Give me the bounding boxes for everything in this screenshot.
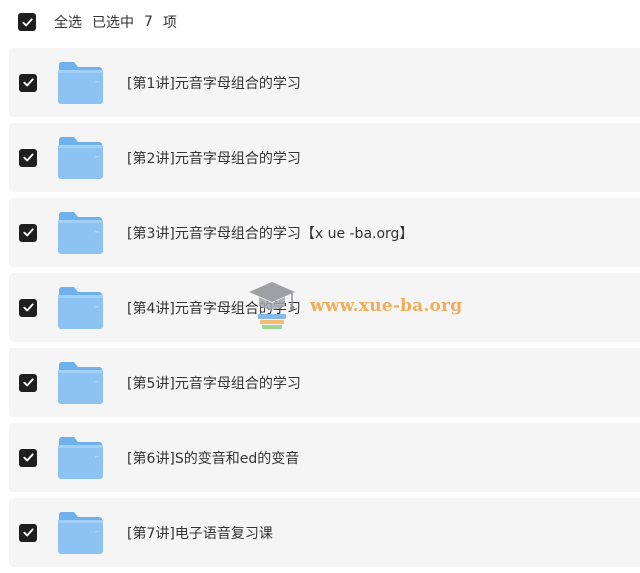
- checkmark-icon: [22, 78, 34, 87]
- checkmark-icon: [22, 153, 34, 162]
- file-name[interactable]: [第5讲]元音字母组合的学习: [127, 373, 301, 393]
- row-checkbox[interactable]: [19, 73, 37, 92]
- file-row[interactable]: [第6讲]S的变音和ed的变音: [9, 423, 640, 492]
- file-name[interactable]: [第6讲]S的变音和ed的变音: [127, 448, 299, 468]
- selection-summary: 全选 已选中 7 项: [54, 12, 187, 32]
- select-all-checkbox[interactable]: [18, 13, 36, 31]
- folder-icon[interactable]: [57, 211, 103, 255]
- file-row[interactable]: [第1讲]元音字母组合的学习: [9, 48, 640, 117]
- folder-icon[interactable]: [57, 286, 103, 330]
- row-checkbox[interactable]: [19, 223, 37, 242]
- selected-suffix: 项: [162, 15, 177, 31]
- checkmark-icon: [22, 528, 34, 537]
- folder-icon[interactable]: [57, 511, 103, 555]
- file-name[interactable]: [第7讲]电子语音复习课: [127, 523, 273, 543]
- selected-count: 7: [144, 14, 153, 30]
- file-name[interactable]: [第1讲]元音字母组合的学习: [127, 73, 301, 93]
- folder-icon[interactable]: [57, 436, 103, 480]
- file-row[interactable]: [第3讲]元音字母组合的学习【x ue -ba.org】: [9, 198, 640, 267]
- file-name[interactable]: [第2讲]元音字母组合的学习: [127, 148, 301, 168]
- checkmark-icon: [22, 453, 34, 462]
- checkmark-icon: [21, 17, 33, 26]
- checkmark-icon: [22, 228, 34, 237]
- file-name[interactable]: [第3讲]元音字母组合的学习【x ue -ba.org】: [127, 223, 413, 243]
- row-checkbox[interactable]: [19, 373, 37, 392]
- folder-icon[interactable]: [57, 61, 103, 105]
- selection-header: 全选 已选中 7 项: [0, 0, 640, 44]
- file-row[interactable]: [第4讲]元音字母组合的学习: [9, 273, 640, 342]
- folder-icon[interactable]: [57, 361, 103, 405]
- select-all-label[interactable]: 全选: [54, 12, 82, 32]
- row-checkbox[interactable]: [19, 298, 37, 317]
- row-checkbox[interactable]: [19, 148, 37, 167]
- file-name[interactable]: [第4讲]元音字母组合的学习: [127, 298, 301, 318]
- row-checkbox[interactable]: [19, 523, 37, 542]
- checkmark-icon: [22, 378, 34, 387]
- file-row[interactable]: [第5讲]元音字母组合的学习: [9, 348, 640, 417]
- checkmark-icon: [22, 303, 34, 312]
- row-checkbox[interactable]: [19, 448, 37, 467]
- selected-prefix: 已选中: [92, 15, 134, 31]
- file-row[interactable]: [第2讲]元音字母组合的学习: [9, 123, 640, 192]
- file-list: [第1讲]元音字母组合的学习 [第2讲]元音字母组合的学习 [第3讲]元音字母组…: [9, 48, 640, 573]
- file-row[interactable]: [第7讲]电子语音复习课: [9, 498, 640, 567]
- folder-icon[interactable]: [57, 136, 103, 180]
